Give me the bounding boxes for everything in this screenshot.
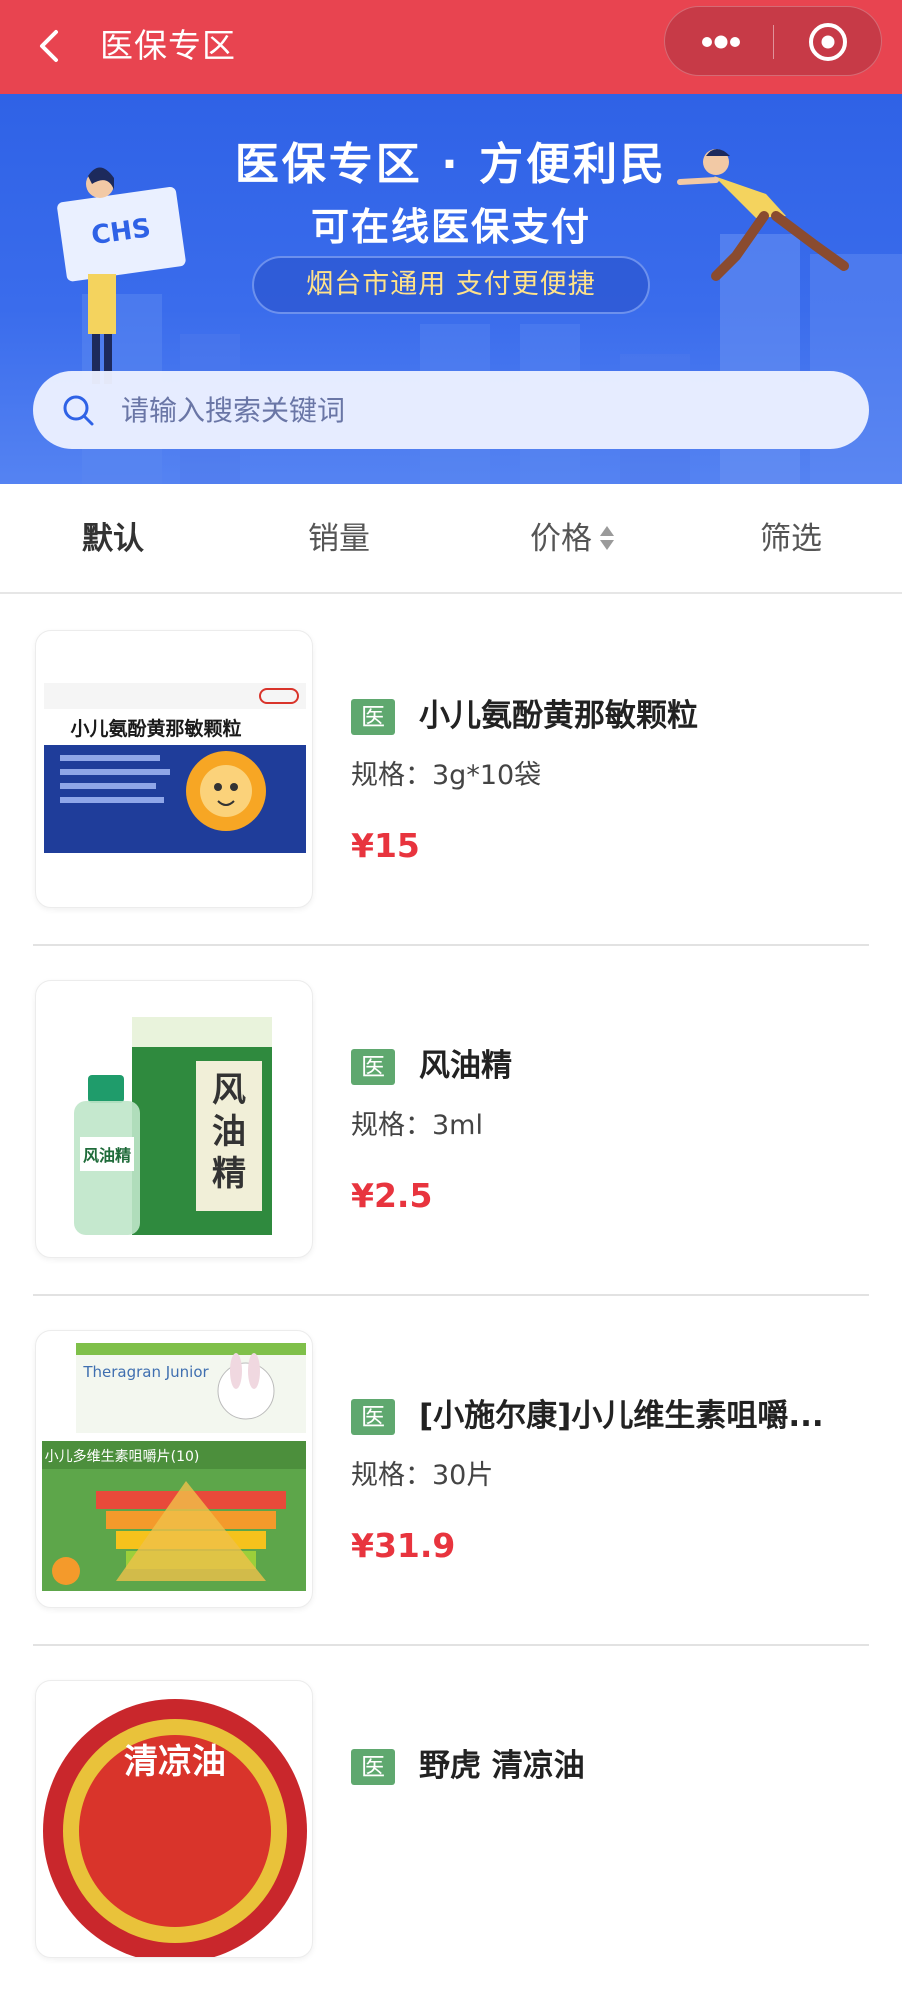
- product-spec: 规格：30片: [351, 1460, 494, 1491]
- product-name: [小施尔康]小儿维生素咀嚼...: [419, 1398, 824, 1434]
- svg-text:油: 油: [212, 1112, 246, 1152]
- target-close-icon: [809, 23, 847, 61]
- product-image: Theragran Junior 小儿多维生素咀嚼片(10): [35, 1330, 313, 1608]
- product-item[interactable]: Theragran Junior 小儿多维生素咀嚼片(10) 医 [小施尔康]小…: [33, 1296, 869, 1646]
- tab-sales-label: 销量: [308, 521, 370, 557]
- close-button[interactable]: [774, 7, 882, 77]
- thumb-brand: Theragran Junior: [82, 1363, 209, 1381]
- vitamin-box-illustration: Theragran Junior 小儿多维生素咀嚼片(10): [42, 1343, 306, 1591]
- medical-insurance-badge: 医: [351, 1049, 395, 1085]
- product-price: ¥2.5: [351, 1176, 433, 1215]
- product-spec: 规格：3g*10袋: [351, 760, 542, 791]
- tab-price[interactable]: 价格: [500, 484, 646, 594]
- balm-tin-illustration: 清凉油: [43, 1699, 307, 1957]
- search-icon: [63, 395, 94, 426]
- tab-default[interactable]: 默认: [40, 484, 186, 594]
- banner-subtitle: 可在线医保支付: [310, 205, 591, 249]
- tab-filter-label: 筛选: [760, 521, 822, 557]
- medical-insurance-badge: 医: [351, 699, 395, 735]
- product-price: ¥15: [351, 826, 420, 865]
- product-image: 风 油 精 风油精: [35, 980, 313, 1258]
- chevron-left-icon: [40, 30, 58, 62]
- search-bar[interactable]: [33, 371, 869, 449]
- svg-text:风: 风: [212, 1070, 246, 1110]
- medicine-bottle-illustration: 风 油 精 风油精: [74, 1017, 272, 1235]
- product-price: ¥31.9: [351, 1526, 456, 1565]
- more-dots-icon: [702, 35, 740, 49]
- sort-arrows-icon: [600, 525, 614, 550]
- tab-filter[interactable]: 筛选: [718, 484, 864, 594]
- product-image: 小儿氨酚黄那敏颗粒: [35, 630, 313, 908]
- medical-insurance-badge: 医: [351, 1399, 395, 1435]
- product-item[interactable]: 风 油 精 风油精 医 风油精 规格：3ml ¥2.5: [33, 946, 869, 1296]
- back-button[interactable]: [30, 22, 70, 70]
- medical-insurance-badge: 医: [351, 1749, 395, 1785]
- banner-title: 医保专区 · 方便利民: [234, 139, 668, 190]
- thumb-label: 小儿氨酚黄那敏颗粒: [70, 717, 241, 740]
- banner-tagline: 烟台市通用 支付更便捷: [252, 256, 650, 314]
- thumb-label: 清凉油: [124, 1742, 226, 1782]
- search-input[interactable]: [119, 371, 839, 449]
- thumb-label: 风油精: [83, 1146, 131, 1165]
- tab-default-label: 默认: [82, 521, 144, 557]
- product-image: 清凉油: [35, 1680, 313, 1958]
- more-button[interactable]: [665, 7, 773, 77]
- top-navbar: 医保专区: [0, 0, 902, 94]
- mini-program-capsule: [664, 6, 882, 76]
- sort-tabs: 默认 销量 价格 筛选: [0, 484, 902, 594]
- page-title: 医保专区: [100, 26, 236, 65]
- product-name: 风油精: [419, 1048, 512, 1084]
- product-name: 小儿氨酚黄那敏颗粒: [419, 698, 698, 734]
- product-name: 野虎 清凉油: [419, 1748, 585, 1784]
- product-spec: 规格：3ml: [351, 1110, 483, 1141]
- thumb-label: 小儿多维生素咀嚼片(10): [45, 1448, 200, 1465]
- svg-text:精: 精: [212, 1154, 246, 1194]
- product-item[interactable]: 小儿氨酚黄那敏颗粒 医 小儿氨酚黄那敏颗粒 规格：3g*10袋 ¥15: [33, 596, 869, 946]
- tab-sales[interactable]: 销量: [266, 484, 412, 594]
- medicine-box-illustration: 小儿氨酚黄那敏颗粒: [44, 683, 306, 853]
- tab-price-label: 价格: [530, 521, 592, 557]
- product-item[interactable]: 清凉油 医 野虎 清凉油: [33, 1646, 869, 1996]
